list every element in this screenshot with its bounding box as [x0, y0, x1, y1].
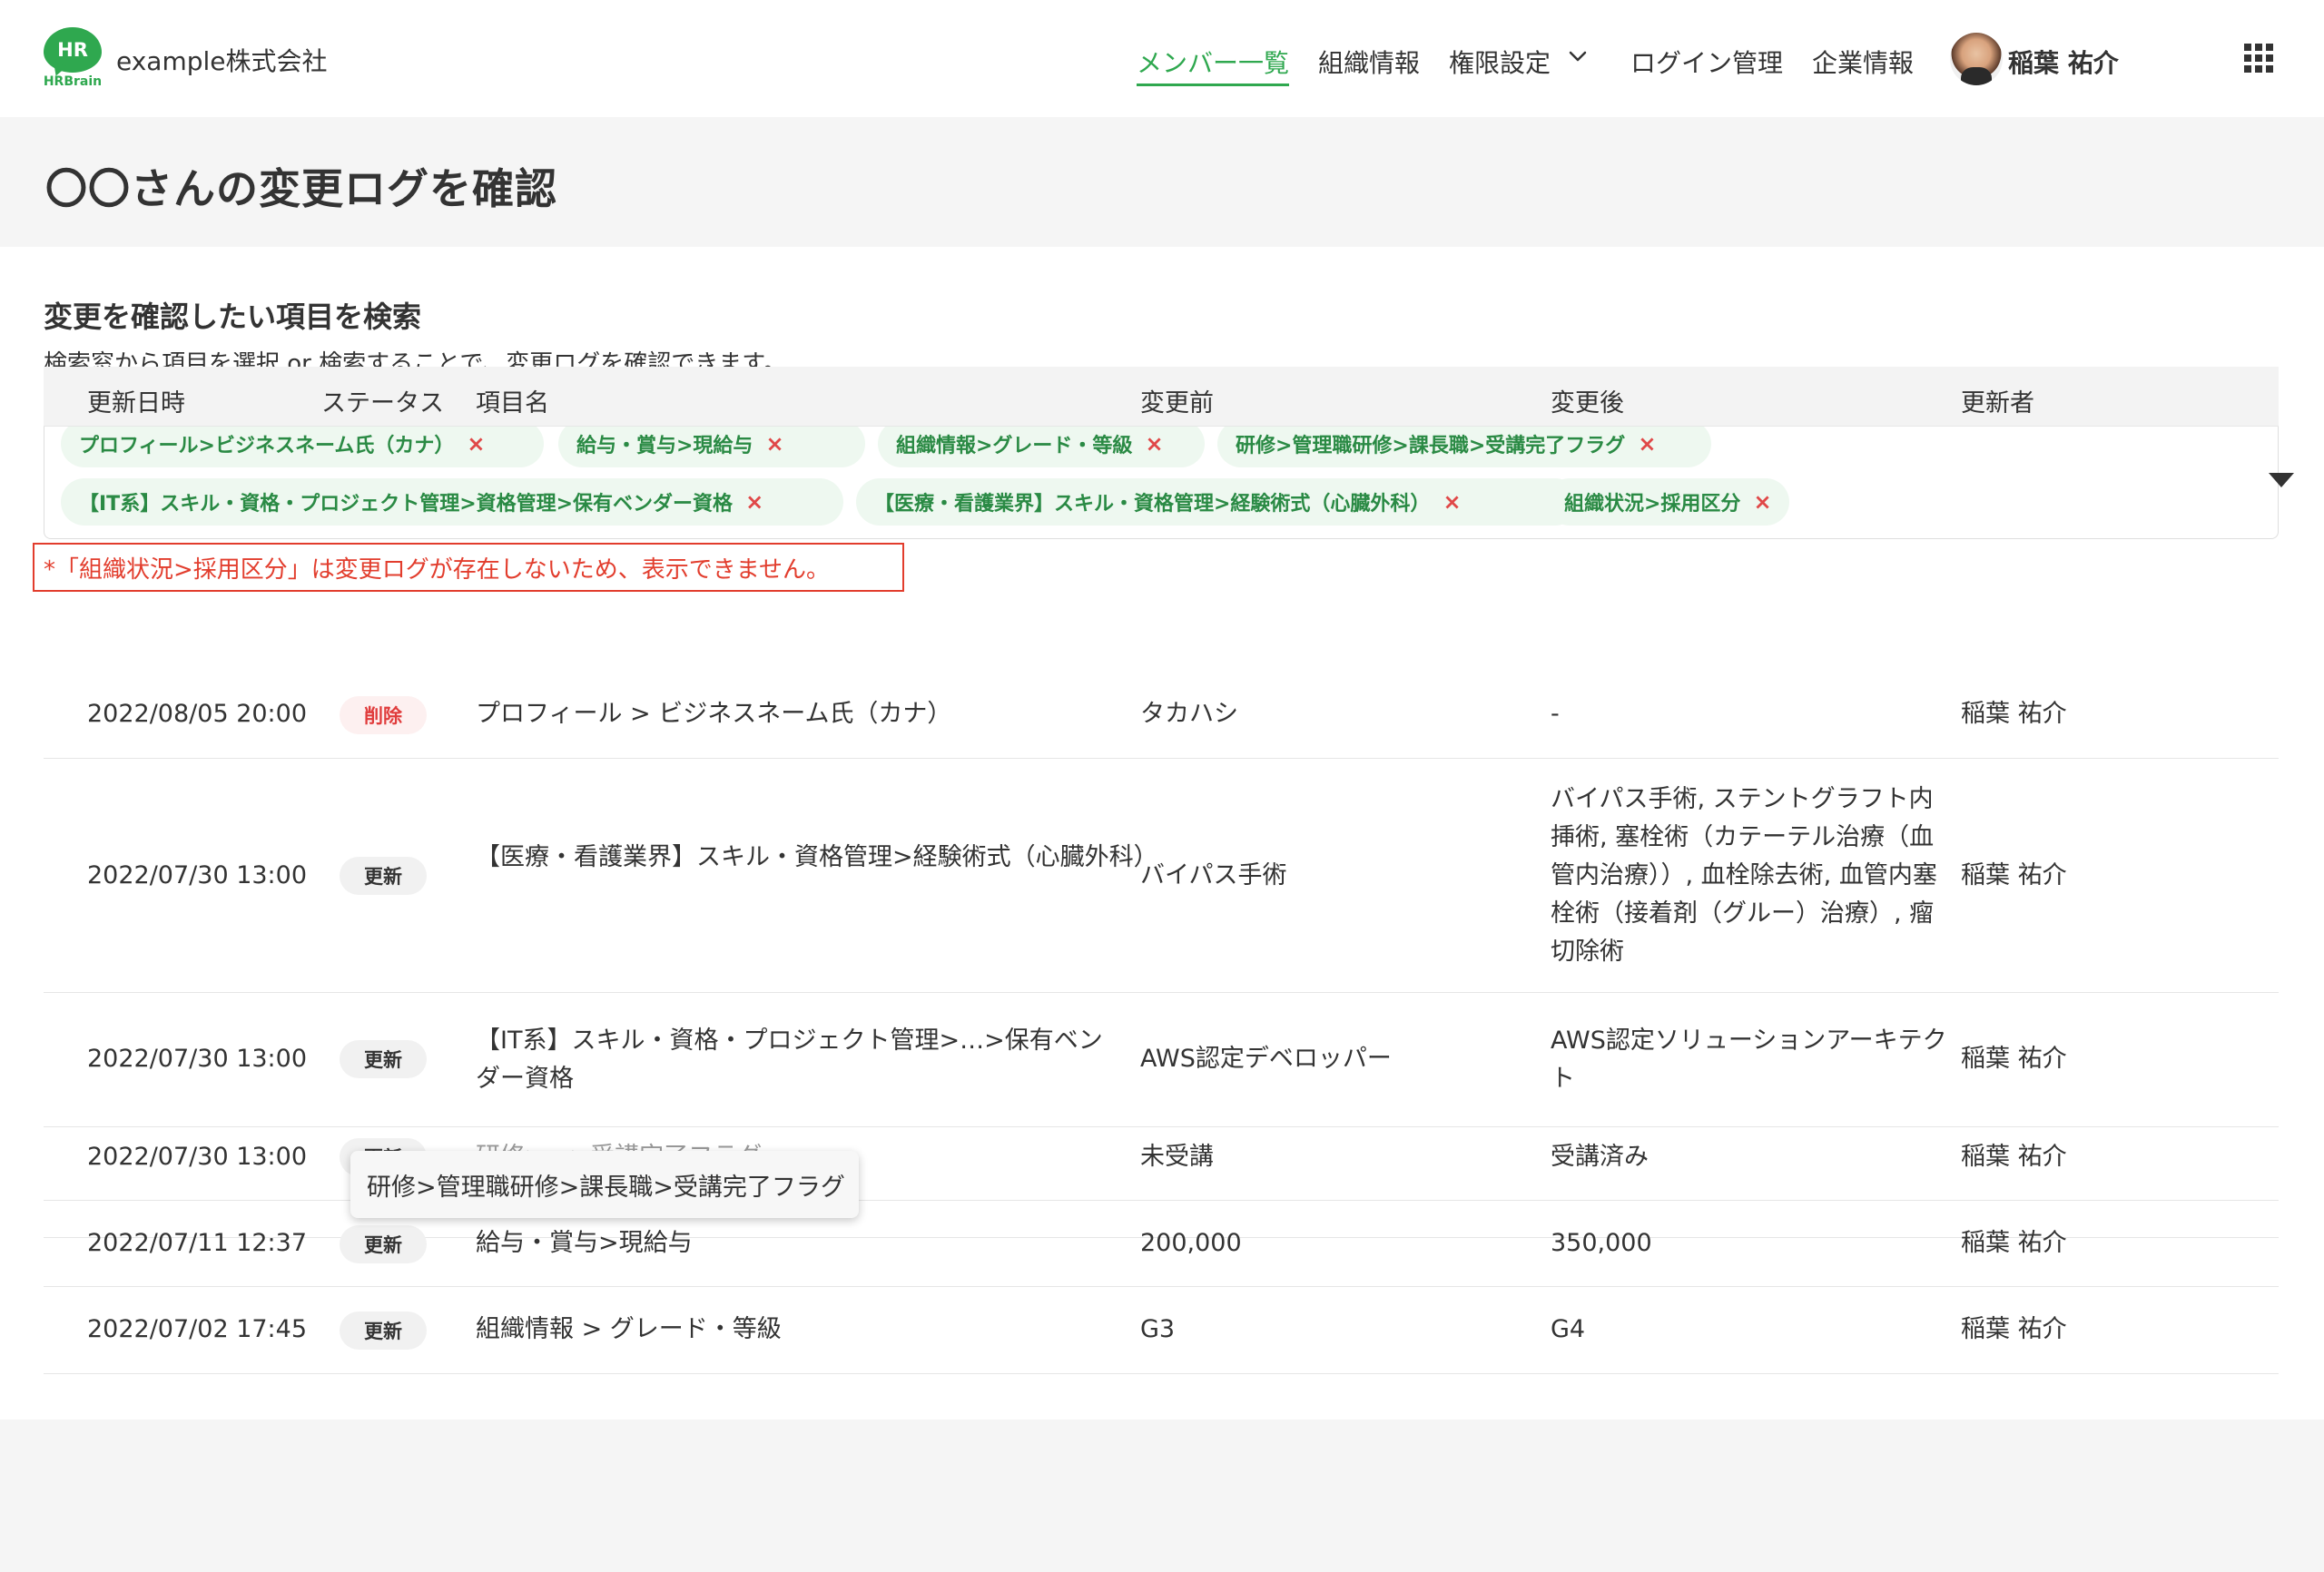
nav-members[interactable]: メンバー一覧: [1137, 44, 1290, 86]
cell-after: -: [1551, 700, 1560, 728]
close-icon[interactable]: ×: [1638, 431, 1656, 457]
cell-item: 【IT系】スキル・資格・プロジェクト管理>…>保有ベンダー資格: [476, 1027, 1103, 1093]
column-header-status[interactable]: ステータス: [321, 383, 444, 418]
tag-select-box[interactable]: プロフィール>ビジネスネーム氏（カナ） × 給与・賞与>現給与 × 組織情報>グ…: [44, 408, 2294, 539]
close-icon[interactable]: ×: [467, 431, 485, 457]
cell-before: バイパス手術: [1140, 861, 1287, 889]
cell-date: 2022/08/05 20:00: [87, 700, 308, 728]
tag-chip: 【医療・看護業界】スキル・資格管理>経験術式（心臓外科） ×: [856, 478, 1579, 526]
item-name-tooltip: 研修>管理職研修>課長職>受講完了フラグ: [350, 1151, 859, 1218]
cell-after: 受講済み: [1551, 1143, 1649, 1171]
top-header: HR HRBrain example株式会社 メンバー一覧 組織情報 権限設定 …: [0, 0, 2324, 117]
cell-item: プロフィール > ビジネスネーム氏（カナ）: [476, 700, 952, 728]
user-name[interactable]: 稲葉 祐介: [2008, 44, 2119, 80]
search-section-title: 変更を確認したい項目を検索: [44, 300, 422, 334]
tag-label: 給与・賞与>現給与: [576, 435, 753, 457]
tag-label: 研修>管理職研修>課長職>受講完了フラグ: [1236, 435, 1626, 457]
cell-date: 2022/07/11 12:37: [87, 1229, 308, 1257]
missing-log-warning: *「組織状況>採用区分」は変更ログが存在しないため、表示できません。: [33, 543, 904, 592]
cell-date: 2022/07/30 13:00: [87, 1045, 308, 1073]
close-icon[interactable]: ×: [1443, 489, 1461, 515]
nav-permissions[interactable]: 権限設定: [1449, 44, 1551, 80]
table-row[interactable]: 2022/07/02 17:45 更新 組織情報 > グレード・等級 G3 G4…: [44, 1287, 2279, 1374]
status-badge: 更新: [340, 1040, 427, 1078]
tag-label: 組織情報>グレード・等級: [896, 435, 1133, 457]
column-header-updater[interactable]: 更新者: [1961, 383, 2034, 418]
cell-date: 2022/07/30 13:00: [87, 861, 308, 889]
nav-login-management[interactable]: ログイン管理: [1630, 44, 1783, 80]
cell-updater: 稲葉 祐介: [1961, 1143, 2067, 1171]
caret-down-icon[interactable]: [2269, 473, 2294, 487]
status-badge: 削除: [340, 696, 427, 734]
tag-chip: 研修>管理職研修>課長職>受講完了フラグ ×: [1217, 420, 1711, 467]
tag-chip: プロフィール>ビジネスネーム氏（カナ） ×: [61, 420, 544, 467]
company-name: example株式会社: [116, 46, 328, 76]
table-row[interactable]: 2022/08/05 20:00 削除 プロフィール > ビジネスネーム氏（カナ…: [44, 672, 2279, 759]
avatar[interactable]: [1950, 33, 2003, 85]
close-icon[interactable]: ×: [1145, 431, 1163, 457]
column-header-before[interactable]: 変更前: [1140, 383, 1214, 418]
tag-label: 【IT系】スキル・資格・プロジェクト管理>資格管理>保有ベンダー資格: [79, 493, 734, 516]
cell-after: 350,000: [1551, 1229, 1652, 1257]
tag-chip: 【IT系】スキル・資格・プロジェクト管理>資格管理>保有ベンダー資格 ×: [61, 478, 843, 526]
cell-updater: 稲葉 祐介: [1961, 1229, 2067, 1257]
table-header: 更新日時 ステータス 項目名 変更前 変更後 更新者: [44, 367, 2279, 427]
cell-before: タカハシ: [1140, 700, 1238, 728]
grid-icon[interactable]: [2244, 44, 2273, 73]
status-badge: 更新: [340, 1312, 427, 1350]
table-row[interactable]: 2022/07/30 13:00 更新 【IT系】スキル・資格・プロジェクト管理…: [44, 993, 2279, 1127]
nav-organization[interactable]: 組織情報: [1318, 44, 1420, 80]
cell-item: 組織情報 > グレード・等級: [476, 1315, 782, 1343]
cell-after: AWS認定ソリューションアーキテクト: [1551, 1027, 1947, 1093]
chevron-down-icon[interactable]: [1569, 47, 1587, 65]
cell-date: 2022/07/30 13:00: [87, 1143, 308, 1171]
cell-date: 2022/07/02 17:45: [87, 1315, 308, 1343]
column-header-after[interactable]: 変更後: [1551, 383, 1624, 418]
cell-updater: 稲葉 祐介: [1961, 861, 2067, 889]
close-icon[interactable]: ×: [765, 431, 783, 457]
nav-company-info[interactable]: 企業情報: [1812, 44, 1914, 80]
cell-before: 未受講: [1140, 1143, 1214, 1171]
cell-updater: 稲葉 祐介: [1961, 1315, 2067, 1343]
cell-item: 給与・賞与>現給与: [476, 1229, 693, 1257]
cell-updater: 稲葉 祐介: [1961, 700, 2067, 728]
column-header-item[interactable]: 項目名: [476, 383, 549, 418]
tag-chip: 組織情報>グレード・等級 ×: [878, 420, 1205, 467]
cell-item: 【医療・看護業界】スキル・資格管理>経験術式（心臓外科）: [476, 843, 1158, 871]
tag-chip: 組織状況>採用区分 ×: [1546, 478, 1789, 526]
status-badge: 更新: [340, 1225, 427, 1263]
tag-label: 【医療・看護業界】スキル・資格管理>経験術式（心臓外科）: [874, 493, 1431, 516]
hrbrain-logo[interactable]: HR HRBrain: [42, 27, 103, 89]
page-title: 〇〇さんの変更ログを確認: [45, 164, 557, 213]
tag-label: プロフィール>ビジネスネーム氏（カナ）: [79, 435, 455, 457]
status-badge: 更新: [340, 857, 427, 895]
close-icon[interactable]: ×: [1753, 489, 1771, 515]
cell-after: バイパス手術, ステントグラフト内挿術, 塞栓術（カテーテル治療（血管内治療））…: [1551, 785, 1937, 966]
cell-before: 200,000: [1140, 1229, 1242, 1257]
logo-wordmark: HRBrain: [43, 74, 103, 89]
close-icon[interactable]: ×: [745, 489, 763, 515]
column-header-date[interactable]: 更新日時: [87, 383, 185, 418]
cell-after: G4: [1551, 1315, 1586, 1343]
tag-chip: 給与・賞与>現給与 ×: [558, 420, 865, 467]
table-row[interactable]: 2022/07/30 13:00 更新 【医療・看護業界】スキル・資格管理>経験…: [44, 759, 2279, 993]
cell-before: G3: [1140, 1315, 1176, 1343]
tag-label: 組織状況>採用区分: [1564, 493, 1741, 516]
cell-updater: 稲葉 祐介: [1961, 1045, 2067, 1073]
cell-before: AWS認定デベロッパー: [1140, 1045, 1392, 1073]
